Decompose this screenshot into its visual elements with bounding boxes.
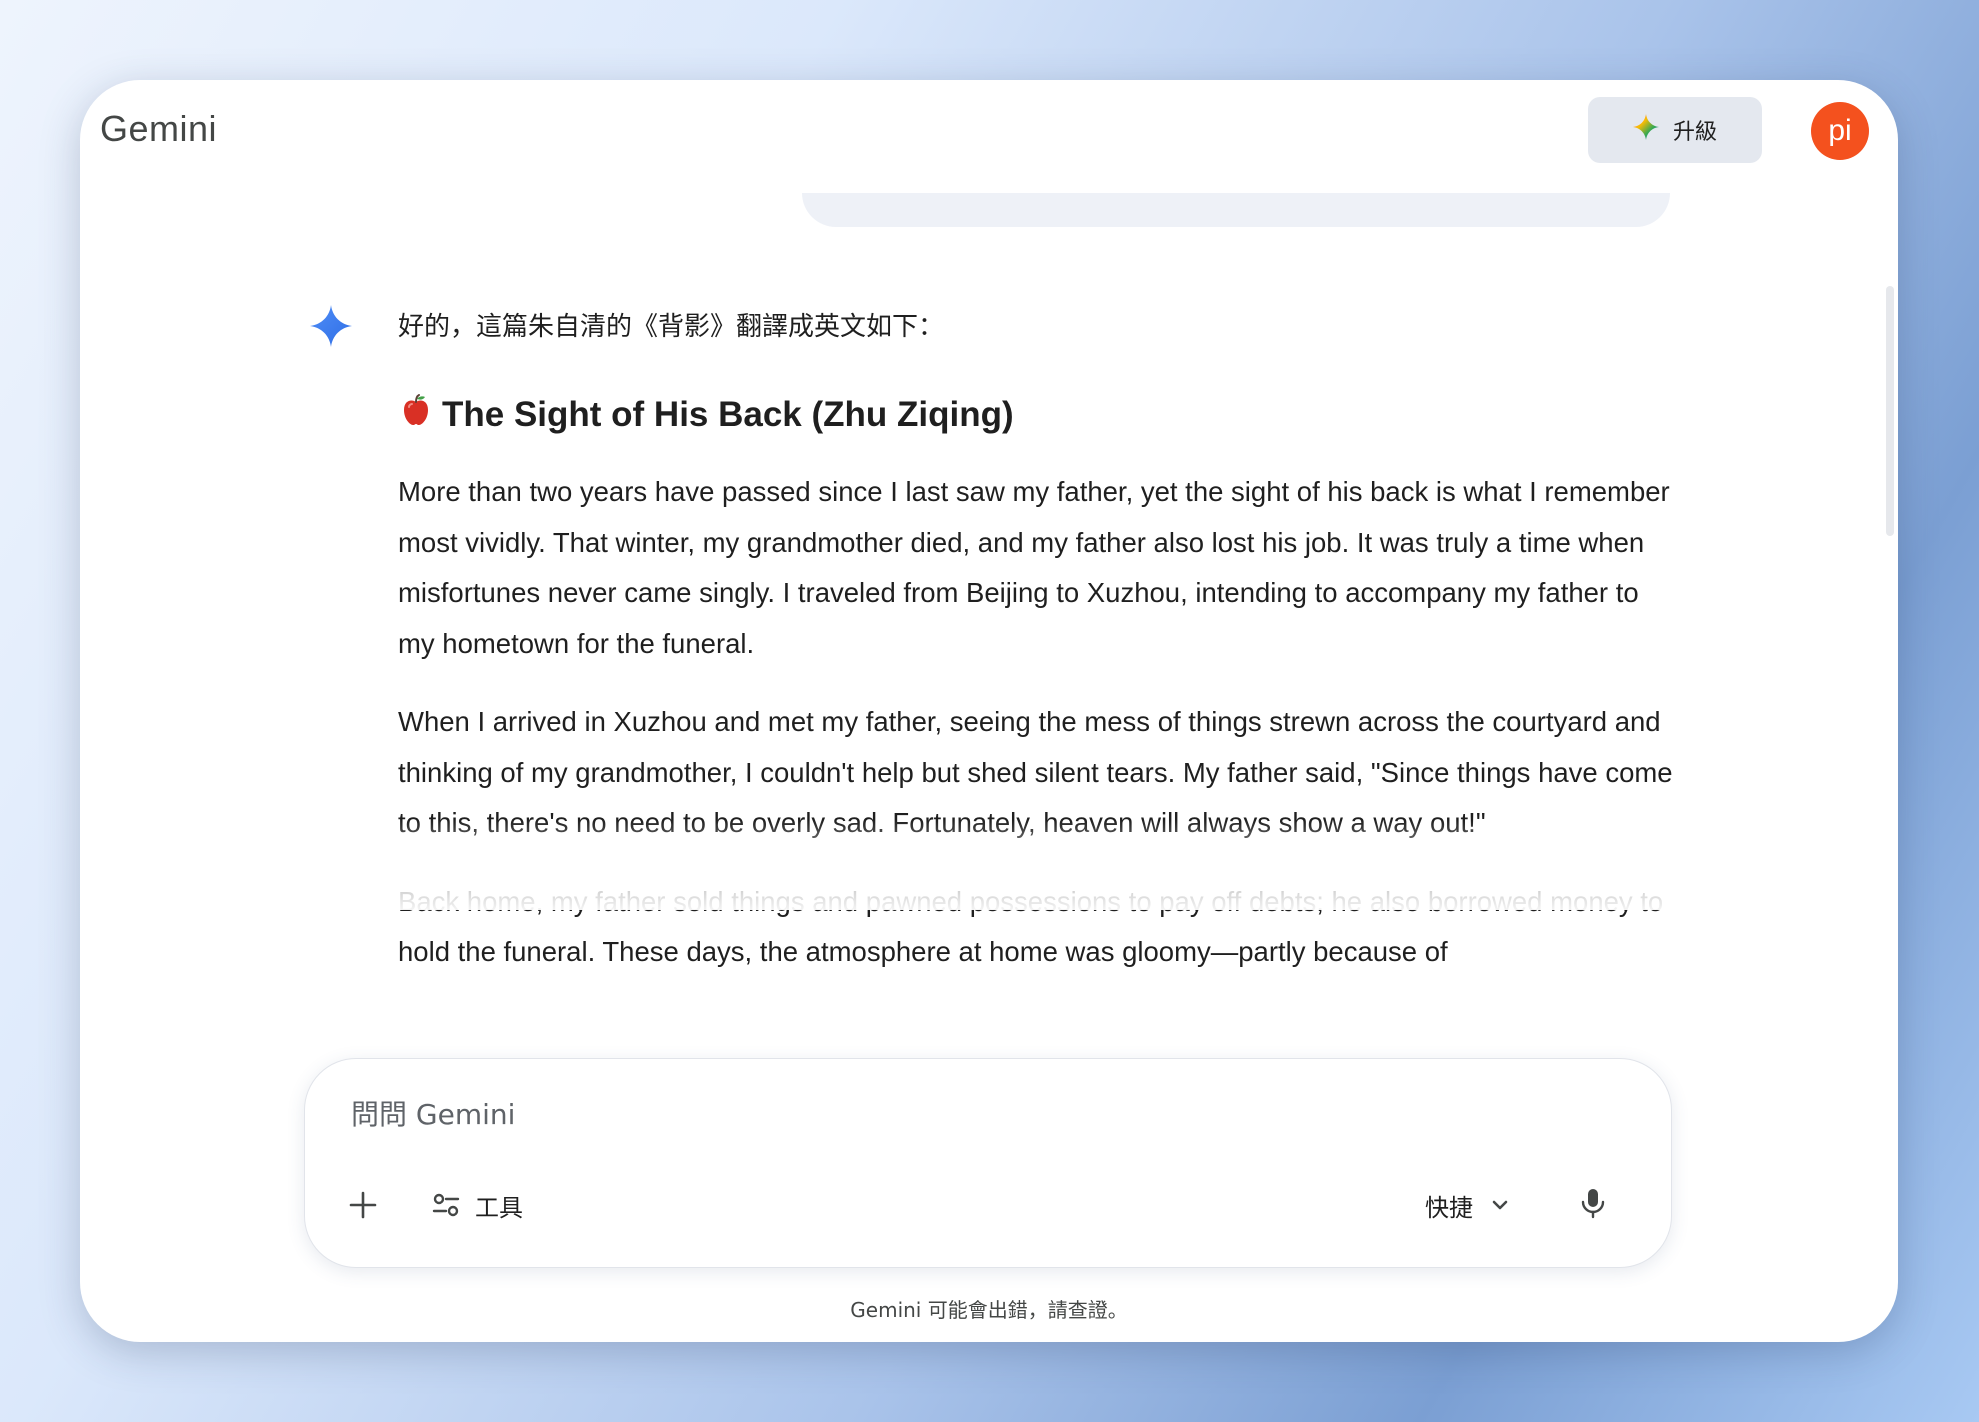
response-intro: 好的，這篇朱自清的《背影》翻譯成英文如下： bbox=[398, 312, 945, 342]
avatar[interactable]: pi bbox=[1811, 102, 1869, 160]
response-heading: The Sight of His Back (Zhu Ziqing) bbox=[398, 392, 1680, 437]
prompt-input[interactable] bbox=[349, 1097, 1553, 1132]
previous-message-bubble bbox=[802, 193, 1670, 227]
app-window: Gemini 升級 pi 好的，這篇朱自清的《背影》翻譯成英文如下： The S… bbox=[80, 80, 1898, 1342]
add-attachment-button[interactable] bbox=[343, 1185, 383, 1225]
upgrade-button[interactable]: 升級 bbox=[1588, 97, 1762, 163]
gemini-spark-icon bbox=[310, 305, 352, 347]
tools-label: 工具 bbox=[475, 1193, 523, 1222]
gemini-spark-icon bbox=[1632, 114, 1659, 146]
response-body: The Sight of His Back (Zhu Ziqing) More … bbox=[398, 392, 1680, 1006]
tools-button[interactable]: 工具 bbox=[431, 1185, 523, 1225]
app-title[interactable]: Gemini bbox=[100, 108, 217, 150]
prompt-composer: 工具 快捷 bbox=[304, 1058, 1672, 1268]
mode-label: 快捷 bbox=[1425, 1193, 1473, 1222]
scrollbar[interactable] bbox=[1886, 286, 1894, 536]
tools-sliders-icon bbox=[432, 1193, 460, 1217]
response-paragraph: More than two years have passed since I … bbox=[398, 476, 1670, 659]
heading-text: The Sight of His Back (Zhu Ziqing) bbox=[442, 394, 1014, 434]
model-mode-selector[interactable]: 快捷 bbox=[1425, 1185, 1511, 1225]
microphone-icon bbox=[1581, 1189, 1605, 1219]
plus-icon bbox=[349, 1191, 377, 1219]
upgrade-label: 升級 bbox=[1672, 120, 1717, 145]
disclaimer-text: Gemini 可能會出錯，請查證。 bbox=[850, 1298, 1128, 1322]
chevron-down-icon bbox=[1492, 1200, 1508, 1210]
red-apple-icon bbox=[398, 392, 434, 437]
microphone-button[interactable] bbox=[1573, 1183, 1613, 1223]
content-fade-overlay bbox=[80, 820, 1898, 910]
